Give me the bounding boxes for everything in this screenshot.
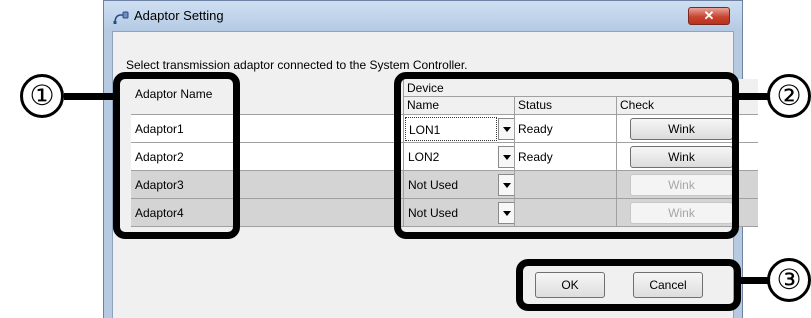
callout-box-buttons bbox=[516, 259, 741, 311]
title-bar[interactable]: Adaptor Setting ✕ bbox=[104, 1, 742, 31]
adaptor-plug-icon bbox=[113, 11, 129, 24]
window-title: Adaptor Setting bbox=[134, 8, 224, 23]
close-icon: ✕ bbox=[703, 8, 715, 23]
callout-leader bbox=[736, 93, 770, 100]
callout-box-device bbox=[394, 72, 739, 239]
callout-leader bbox=[64, 93, 116, 100]
instruction-text: Select transmission adaptor connected to… bbox=[126, 58, 468, 72]
callout-marker-3: ③ bbox=[767, 258, 811, 302]
callout-marker-1: ① bbox=[20, 74, 64, 118]
close-button[interactable]: ✕ bbox=[688, 7, 730, 25]
callout-box-adaptor-name bbox=[113, 72, 240, 239]
callout-marker-2: ② bbox=[767, 74, 811, 118]
